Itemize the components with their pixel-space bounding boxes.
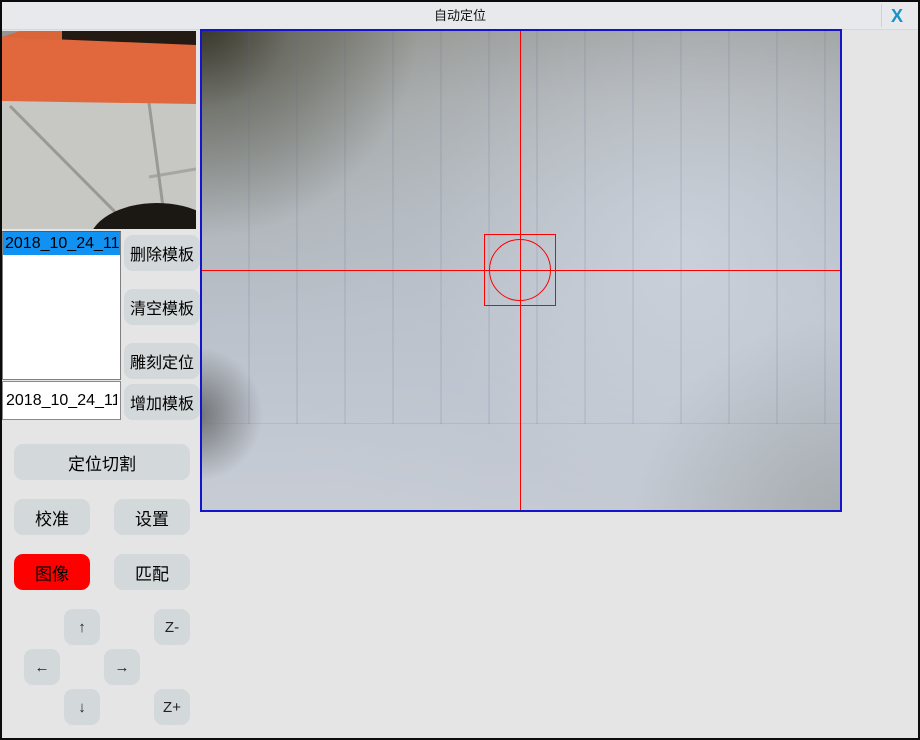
delete-template-button[interactable]: 删除模板 bbox=[124, 235, 200, 271]
image-button[interactable]: 图像 bbox=[14, 554, 90, 590]
template-thumbnail bbox=[2, 31, 196, 229]
template-name-input[interactable] bbox=[2, 381, 121, 420]
camera-view bbox=[200, 29, 842, 512]
titlebar-divider bbox=[881, 4, 882, 27]
add-template-button[interactable]: 增加模板 bbox=[124, 384, 200, 420]
auto-position-dialog: 自动定位 X 2018_10_24_11 删除模板 清空模板 雕刻定位 增加模板… bbox=[0, 0, 920, 740]
engrave-position-button[interactable]: 雕刻定位 bbox=[124, 343, 200, 379]
camera-feed bbox=[202, 31, 840, 510]
match-button[interactable]: 匹配 bbox=[114, 554, 190, 590]
jog-z-minus-button[interactable]: Z- bbox=[154, 609, 190, 645]
jog-up-button[interactable]: ↑ bbox=[64, 609, 100, 645]
window-title: 自动定位 bbox=[2, 2, 918, 30]
jog-left-button[interactable]: ← bbox=[24, 649, 60, 685]
jog-right-button[interactable]: → bbox=[104, 649, 140, 685]
title-bar: 自动定位 X bbox=[2, 2, 918, 30]
jog-down-button[interactable]: ↓ bbox=[64, 689, 100, 725]
close-icon[interactable]: X bbox=[884, 3, 910, 29]
calibrate-button[interactable]: 校准 bbox=[14, 499, 90, 535]
clear-templates-button[interactable]: 清空模板 bbox=[124, 289, 200, 325]
settings-button[interactable]: 设置 bbox=[114, 499, 190, 535]
ceiling-stripes bbox=[202, 31, 840, 424]
template-list[interactable]: 2018_10_24_11 bbox=[2, 231, 121, 380]
thumbnail-image bbox=[2, 31, 196, 229]
jog-z-plus-button[interactable]: Z+ bbox=[154, 689, 190, 725]
target-circle-marker bbox=[489, 239, 551, 301]
template-list-item[interactable]: 2018_10_24_11 bbox=[3, 232, 120, 255]
position-cut-button[interactable]: 定位切割 bbox=[14, 444, 190, 480]
